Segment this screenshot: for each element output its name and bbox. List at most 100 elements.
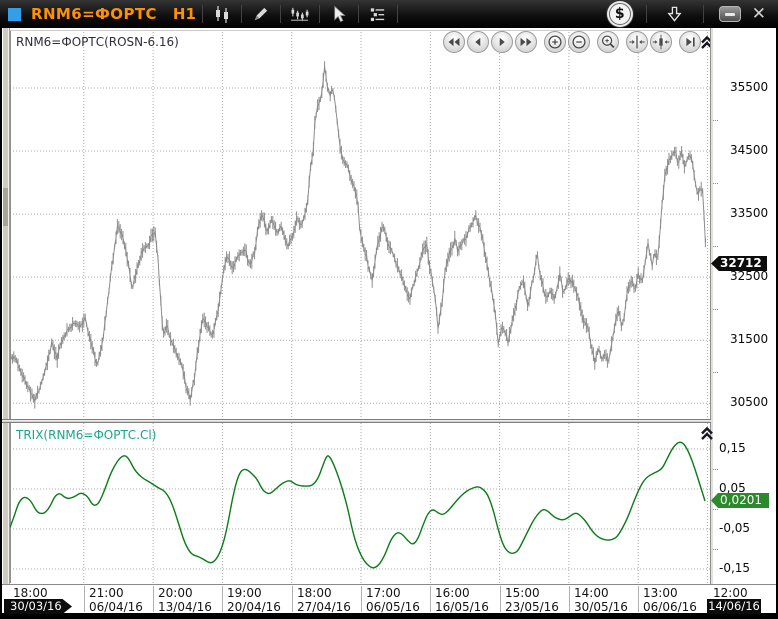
time-label: 14:00 xyxy=(574,586,609,600)
trix-panel-title: TRIX(RNM6=ФОРТС.Cl) xyxy=(16,428,156,442)
toolbar-separator xyxy=(646,5,647,23)
last-price-badge: 32712 xyxy=(711,256,767,271)
toolbar-separator xyxy=(280,5,281,23)
candlestick-chart-button[interactable] xyxy=(209,2,235,26)
collapse-trix-button[interactable] xyxy=(700,426,714,441)
nav-compress-bars-button[interactable] xyxy=(650,31,672,53)
price-chart-plot[interactable] xyxy=(10,30,710,419)
chart-window: RNM6=ФОРТС H1 xyxy=(0,0,778,619)
app-icon xyxy=(8,8,21,21)
chart-style-button[interactable] xyxy=(287,2,313,26)
time-label: 19:00 xyxy=(227,586,262,600)
pencil-icon xyxy=(251,5,270,24)
chart-body: RNM6=ФОРТС(ROSN-6.16) TRIX(RNM6=ФОРТС.Cl… xyxy=(2,28,776,613)
compress-bars-icon xyxy=(651,32,671,52)
trix-value-badge: 0,0201 xyxy=(711,493,769,508)
close-window-button[interactable]: ✕ xyxy=(750,6,768,23)
date-label: 27/04/16 xyxy=(297,600,351,614)
time-label: 13:00 xyxy=(643,586,678,600)
price-tick-label: 33500 xyxy=(730,206,768,220)
toolbar-separator xyxy=(241,5,242,23)
left-scrollbar[interactable] xyxy=(2,28,10,613)
cursor-arrow-icon xyxy=(329,5,348,24)
price-minor-tick xyxy=(713,183,718,184)
scrollbar-thumb[interactable] xyxy=(3,188,8,226)
titlebar-right-controls: $ ✕ xyxy=(609,2,778,26)
price-minor-tick xyxy=(713,246,718,247)
price-minor-tick xyxy=(713,309,718,310)
time-axis: 18:0030/03/1621:0006/04/1620:0013/04/161… xyxy=(2,584,776,613)
price-chart-title: RNM6=ФОРТС(ROSN-6.16) xyxy=(16,35,179,49)
toolbar-separator xyxy=(397,5,398,23)
date-badge: 14/06/16 xyxy=(707,599,761,614)
price-tick-label: 32500 xyxy=(730,269,768,283)
trix-indicator-plot[interactable] xyxy=(10,423,710,583)
date-label: 23/05/16 xyxy=(505,600,559,614)
trix-minor-tick xyxy=(713,549,718,550)
nav-step-back-button[interactable] xyxy=(467,31,489,53)
trix-tick-label: 0,05 xyxy=(719,481,746,495)
currency-dollar-button[interactable]: $ xyxy=(609,3,631,25)
time-label: 20:00 xyxy=(158,586,193,600)
zoom-in-icon xyxy=(545,32,565,52)
toolbar-separator xyxy=(202,5,203,23)
trix-canvas[interactable] xyxy=(10,423,710,583)
time-label: 21:00 xyxy=(89,586,124,600)
draw-pencil-button[interactable] xyxy=(248,2,274,26)
time-label: 17:00 xyxy=(366,586,401,600)
toolbar-separator xyxy=(358,5,359,23)
indicator-levels-icon xyxy=(368,5,387,24)
fast-rewind-icon xyxy=(444,32,464,52)
price-minor-tick xyxy=(713,120,718,121)
time-axis-tick xyxy=(430,586,431,612)
nav-compress-horizontal-button[interactable] xyxy=(626,31,648,53)
price-tick-label: 34500 xyxy=(730,143,768,157)
time-axis-tick xyxy=(361,586,362,612)
download-button[interactable] xyxy=(662,2,688,26)
date-label: 13/04/16 xyxy=(158,600,212,614)
time-axis-tick xyxy=(153,586,154,612)
price-tick-label: 31500 xyxy=(730,332,768,346)
toolbar-separator xyxy=(319,5,320,23)
go-to-end-icon xyxy=(680,32,700,52)
date-label: 30/05/16 xyxy=(574,600,628,614)
nav-fast-forward-button[interactable] xyxy=(515,31,537,53)
nav-zoom-out-button[interactable] xyxy=(568,31,590,53)
date-label: 06/06/16 xyxy=(643,600,697,614)
price-minor-tick xyxy=(713,372,718,373)
restore-window-button[interactable] xyxy=(719,6,741,22)
zoom-lens-icon xyxy=(598,32,618,52)
cursor-mode-button[interactable] xyxy=(326,2,352,26)
zoom-out-icon xyxy=(569,32,589,52)
nav-go-to-end-button[interactable] xyxy=(679,31,701,53)
chart-style-icon xyxy=(289,5,310,24)
date-label: 06/05/16 xyxy=(366,600,420,614)
nav-step-forward-button[interactable] xyxy=(491,31,513,53)
toolbar-separator xyxy=(703,5,704,23)
timeframe-label: H1 xyxy=(173,5,196,23)
nav-fast-rewind-button[interactable] xyxy=(443,31,465,53)
compress-horizontal-icon xyxy=(627,32,647,52)
time-axis-tick xyxy=(638,586,639,612)
indicator-levels-button[interactable] xyxy=(365,2,391,26)
time-label: 18:00 xyxy=(13,586,48,600)
date-label: 16/05/16 xyxy=(435,600,489,614)
time-axis-tick xyxy=(500,586,501,612)
time-axis-tick xyxy=(222,586,223,612)
candlestick-chart-icon xyxy=(212,4,232,24)
date-label: 06/04/16 xyxy=(89,600,143,614)
trix-minor-tick xyxy=(713,509,718,510)
nav-zoom-lens-button[interactable] xyxy=(597,31,619,53)
download-arrow-icon xyxy=(664,5,685,24)
time-axis-tick xyxy=(84,586,85,612)
time-axis-tick xyxy=(569,586,570,612)
time-label: 18:00 xyxy=(297,586,332,600)
date-badge: 30/03/16 xyxy=(4,599,72,614)
nav-zoom-in-button[interactable] xyxy=(544,31,566,53)
window-title: RNM6=ФОРТС xyxy=(31,5,157,23)
chart-nav-toolbar xyxy=(441,31,701,53)
double-chevron-up-icon xyxy=(700,426,714,441)
time-label: 12:00 xyxy=(713,586,748,600)
fast-forward-icon xyxy=(516,32,536,52)
price-chart-canvas[interactable] xyxy=(10,30,710,419)
